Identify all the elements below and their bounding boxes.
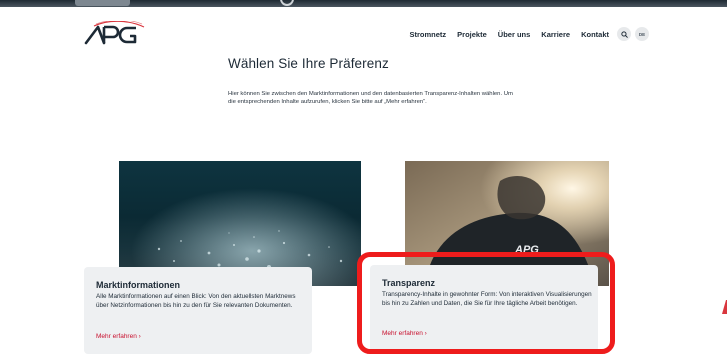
market-info-card-text: Alle Marktinformationen auf einen Blick:… (96, 293, 296, 309)
market-info-card: Marktinformationen Alle Marktinformation… (84, 267, 312, 354)
language-switch[interactable]: DE (635, 27, 649, 41)
browser-top-strip (0, 0, 727, 7)
nav-item-projekte[interactable]: Projekte (457, 30, 487, 39)
nav-item-kontakt[interactable]: Kontakt (581, 30, 609, 39)
search-icon (620, 30, 628, 38)
nav-item-stromnetz[interactable]: Stromnetz (410, 30, 447, 39)
nav-item-ueber-uns[interactable]: Über uns (498, 30, 531, 39)
nav-item-karriere[interactable]: Karriere (541, 30, 570, 39)
page-title: Wählen Sie Ihre Präferenz (228, 56, 389, 71)
page-intro: Hier können Sie zwischen den Marktinform… (228, 91, 513, 106)
highlight-frame (357, 252, 615, 354)
search-button[interactable] (617, 27, 631, 41)
red-edge-mark (722, 300, 727, 314)
top-strip-tab (75, 0, 130, 6)
market-info-more-link[interactable]: Mehr erfahren › (96, 333, 141, 340)
apg-logo[interactable] (84, 21, 148, 47)
top-strip-glyph (280, 0, 294, 6)
main-navigation: Stromnetz Projekte Über uns Karriere Kon… (399, 27, 649, 41)
market-info-card-title: Marktinformationen (96, 280, 181, 290)
site-header: Stromnetz Projekte Über uns Karriere Kon… (0, 7, 727, 53)
